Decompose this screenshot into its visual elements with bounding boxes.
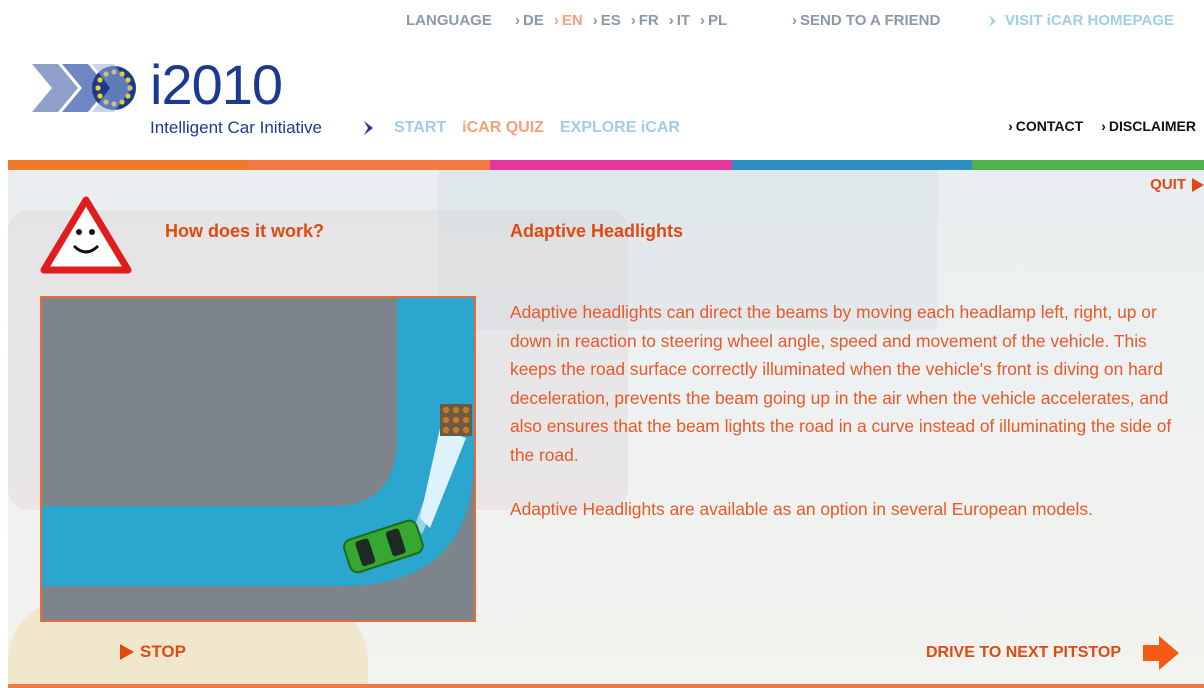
feature-title: Adaptive Headlights bbox=[510, 221, 684, 241]
lang-de[interactable]: › DE bbox=[515, 12, 544, 29]
chevron-arrows-logo-icon bbox=[32, 64, 136, 112]
lang-es[interactable]: › ES bbox=[593, 12, 621, 29]
nav-icar-quiz[interactable]: iCAR QUIZ bbox=[462, 119, 544, 137]
disclaimer-link[interactable]: › DISCLAIMER bbox=[1101, 118, 1196, 134]
stop-button[interactable]: STOP bbox=[120, 642, 186, 662]
chevron-right-icon bbox=[364, 121, 373, 135]
lang-pl[interactable]: › PL bbox=[700, 12, 727, 29]
warning-smiley-icon bbox=[40, 196, 132, 274]
color-stripe bbox=[8, 160, 1204, 170]
availability-note: Adaptive Headlights are available as an … bbox=[510, 499, 1093, 519]
headlight-animation bbox=[40, 296, 476, 622]
visit-homepage-link[interactable]: VISIT iCAR HOMEPAGE bbox=[987, 12, 1174, 29]
big-arrow-right-icon bbox=[1143, 636, 1179, 670]
nav-start[interactable]: START bbox=[394, 119, 446, 137]
nav-explore-icar[interactable]: EXPLORE iCAR bbox=[560, 119, 680, 137]
logo-subtitle: Intelligent Car Initiative bbox=[150, 118, 322, 137]
traffic-light-icon bbox=[440, 404, 472, 436]
logo-title: i2010 bbox=[150, 53, 283, 116]
i2010-logo[interactable]: i2010 Intelligent Car Initiative bbox=[32, 53, 362, 140]
quit-button[interactable]: QUIT bbox=[1150, 176, 1204, 193]
bottom-divider bbox=[8, 684, 1204, 688]
lang-fr[interactable]: › FR bbox=[631, 12, 659, 29]
how-it-works-heading: How does it work? bbox=[165, 221, 325, 241]
lang-en[interactable]: › EN bbox=[554, 12, 583, 29]
language-list: › DE › EN › ES › FR › IT › PL bbox=[515, 12, 727, 29]
next-pitstop-button[interactable]: DRIVE TO NEXT PITSTOP bbox=[926, 636, 1179, 670]
arrow-right-icon bbox=[120, 644, 134, 660]
top-bar: LANGUAGE › DE › EN › ES › FR › IT › PL › SEND T… bbox=[0, 12, 1204, 32]
feature-description: Adaptive headlights can direct the beams… bbox=[510, 302, 1172, 465]
right-nav: › CONTACT › DISCLAIMER bbox=[1008, 118, 1196, 134]
send-to-friend-link[interactable]: › SEND TO A FRIEND bbox=[792, 12, 940, 29]
arrow-right-icon bbox=[1192, 177, 1204, 192]
chevron-right-icon bbox=[989, 14, 996, 27]
contact-link[interactable]: › CONTACT bbox=[1008, 118, 1083, 134]
language-label: LANGUAGE bbox=[406, 12, 492, 29]
lang-it[interactable]: › IT bbox=[669, 12, 690, 29]
main-nav: START iCAR QUIZ EXPLORE iCAR bbox=[362, 119, 680, 137]
